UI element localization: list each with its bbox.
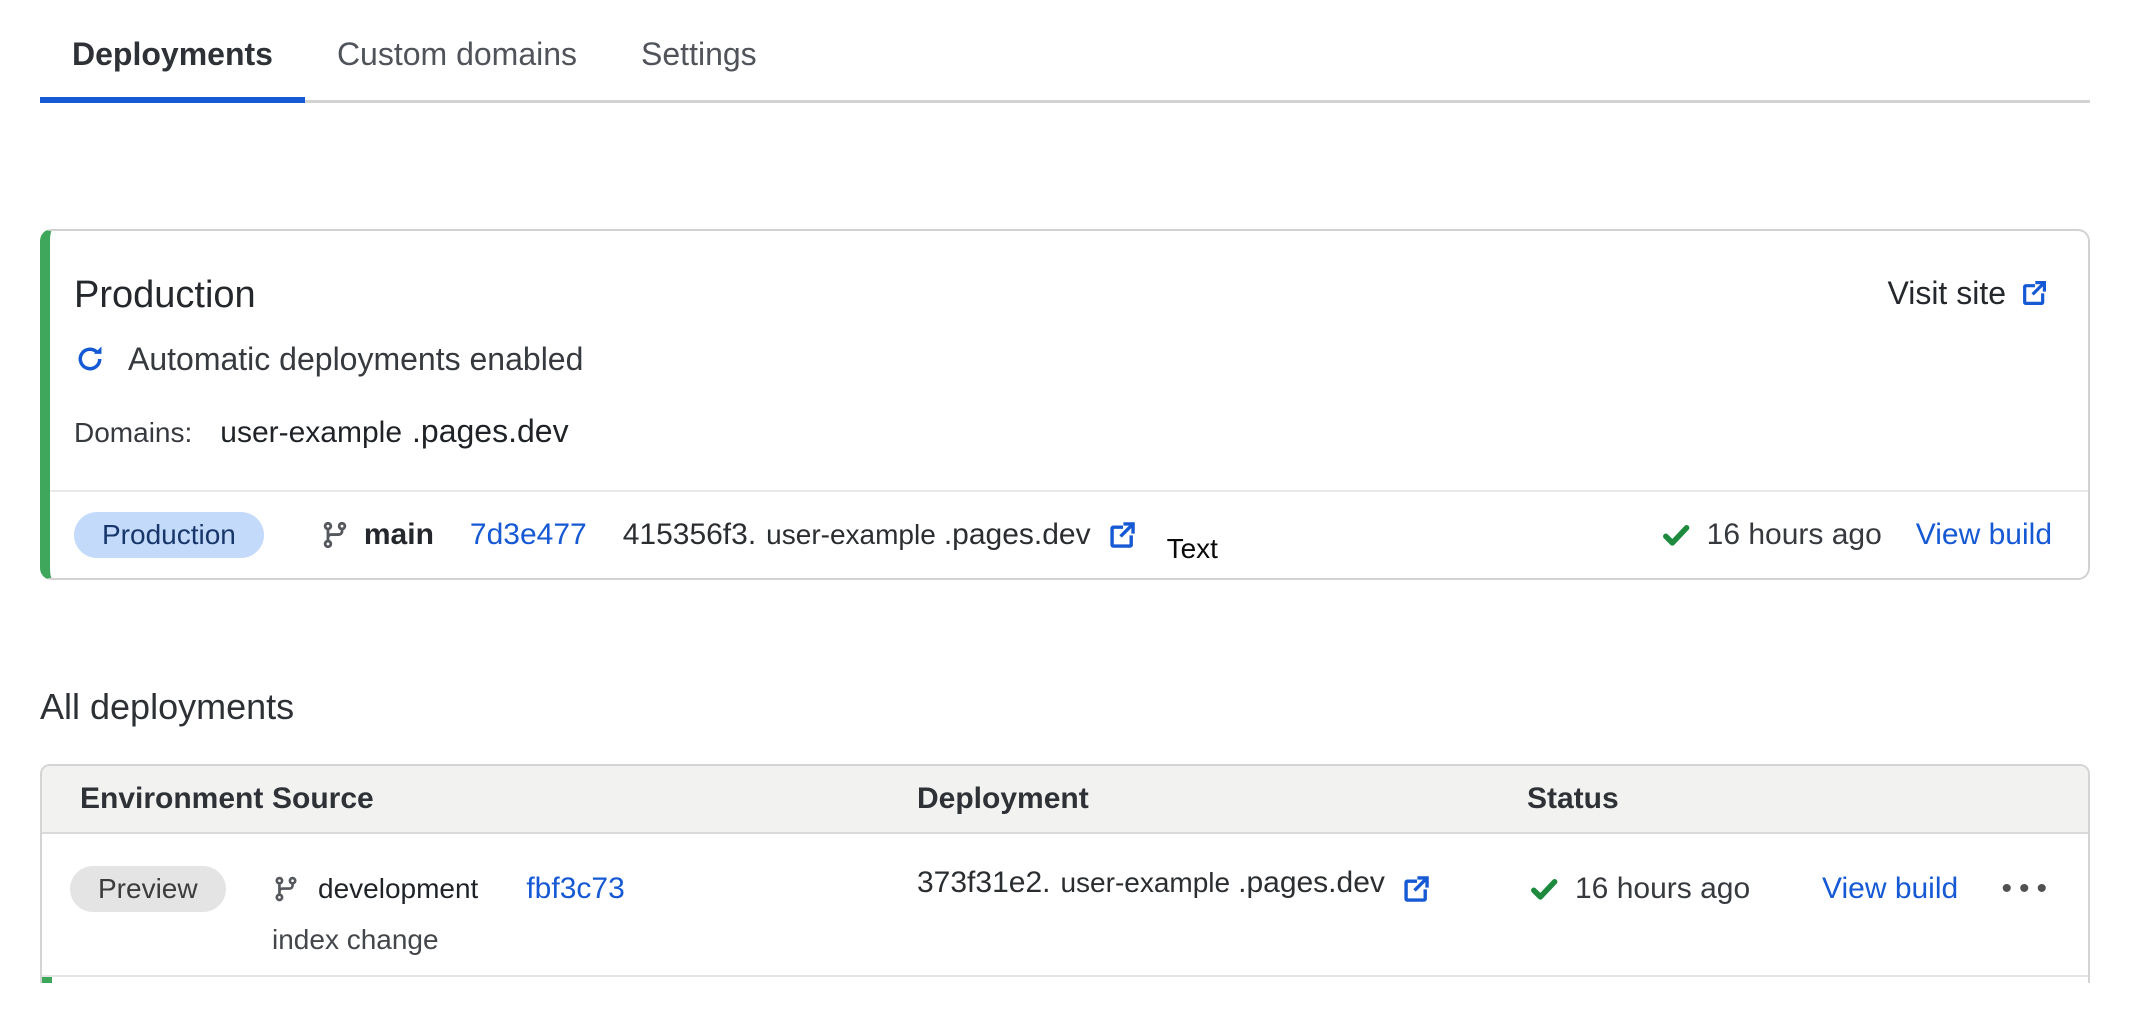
refresh-icon bbox=[74, 343, 106, 375]
pages-project-page: Deployments Custom domains Settings Prod… bbox=[0, 0, 2132, 983]
deployment-url-name: user-example bbox=[1060, 867, 1230, 899]
production-card-header: Production Visit site bbox=[50, 231, 2088, 319]
view-build-link[interactable]: View build bbox=[1822, 872, 1958, 906]
success-check-icon bbox=[1659, 518, 1693, 552]
git-branch-icon bbox=[320, 520, 350, 550]
production-indicator-strip bbox=[42, 977, 52, 983]
tab-settings[interactable]: Settings bbox=[609, 0, 789, 103]
table-header-row: Environment Source Deployment Status bbox=[42, 766, 2088, 834]
tab-deployments[interactable]: Deployments bbox=[40, 0, 305, 103]
branch-name: development bbox=[318, 873, 478, 905]
deployment-url-prefix: 415356f3. bbox=[623, 518, 756, 552]
auto-deployments-row: Automatic deployments enabled bbox=[50, 339, 2088, 379]
deployment-url: 415356f3. user-example .pages.dev bbox=[623, 518, 1091, 552]
column-header-source: Source bbox=[272, 782, 917, 816]
view-build-link[interactable]: View build bbox=[1916, 518, 2052, 552]
production-deployment-row: Production main 7d3e477 415356f3. user-e… bbox=[50, 492, 2088, 578]
auto-deployments-text: Automatic deployments enabled bbox=[128, 341, 583, 378]
visit-site-link[interactable]: Visit site bbox=[1887, 271, 2050, 315]
external-link-icon bbox=[2018, 277, 2050, 309]
production-row-status: 16 hours ago View build bbox=[1659, 518, 2052, 552]
visit-site-label: Visit site bbox=[1887, 271, 2006, 315]
deploy-time: 16 hours ago bbox=[1707, 518, 1882, 552]
next-row-peek bbox=[42, 977, 2088, 983]
all-deployments-heading: All deployments bbox=[40, 684, 2090, 730]
tab-bar: Deployments Custom domains Settings bbox=[40, 0, 2090, 103]
production-title: Production bbox=[74, 271, 256, 319]
overflow-menu-button[interactable]: ••• bbox=[2001, 874, 2054, 904]
deploy-time: 16 hours ago bbox=[1575, 872, 1750, 906]
deployment-url-suffix: .pages.dev bbox=[1238, 866, 1385, 900]
deployments-table: Environment Source Deployment Status Pre… bbox=[40, 764, 2090, 983]
status-cell: 16 hours ago bbox=[1527, 866, 1822, 912]
domain-suffix: .pages.dev bbox=[412, 413, 569, 450]
success-check-icon bbox=[1527, 872, 1561, 906]
source-cell: development fbf3c73 index change bbox=[272, 866, 917, 975]
text-annotation: Text bbox=[1167, 533, 1218, 565]
open-deployment-icon[interactable] bbox=[1399, 872, 1433, 906]
branch-name: main bbox=[364, 518, 434, 552]
environment-cell: Preview bbox=[42, 866, 272, 975]
tab-custom-domains[interactable]: Custom domains bbox=[305, 0, 609, 103]
column-header-status: Status bbox=[1527, 782, 1822, 816]
commit-message: index change bbox=[272, 924, 917, 956]
domains-label: Domains: bbox=[74, 417, 192, 449]
production-card: Production Visit site Automa bbox=[40, 229, 2090, 580]
column-header-environment: Environment bbox=[42, 782, 272, 816]
deployment-url-suffix: .pages.dev bbox=[944, 518, 1091, 552]
domains-row: Domains: user-example .pages.dev bbox=[50, 413, 2088, 490]
deployment-url-prefix: 373f31e2. bbox=[917, 866, 1050, 900]
environment-badge: Production bbox=[74, 512, 264, 558]
commit-hash-link[interactable]: fbf3c73 bbox=[526, 872, 624, 906]
commit-hash-link[interactable]: 7d3e477 bbox=[470, 518, 587, 552]
git-branch-icon bbox=[272, 875, 300, 903]
deployment-url-name: user-example bbox=[766, 519, 936, 551]
environment-badge: Preview bbox=[70, 866, 226, 912]
actions-cell: View build ••• bbox=[1822, 866, 2088, 912]
open-deployment-icon[interactable] bbox=[1105, 518, 1139, 552]
deployment-cell: 373f31e2. user-example .pages.dev bbox=[917, 866, 1527, 912]
table-row: Preview development fbf3c73 index change… bbox=[42, 834, 2088, 977]
column-header-deployment: Deployment bbox=[917, 782, 1527, 816]
domain-name: user-example bbox=[220, 416, 402, 450]
